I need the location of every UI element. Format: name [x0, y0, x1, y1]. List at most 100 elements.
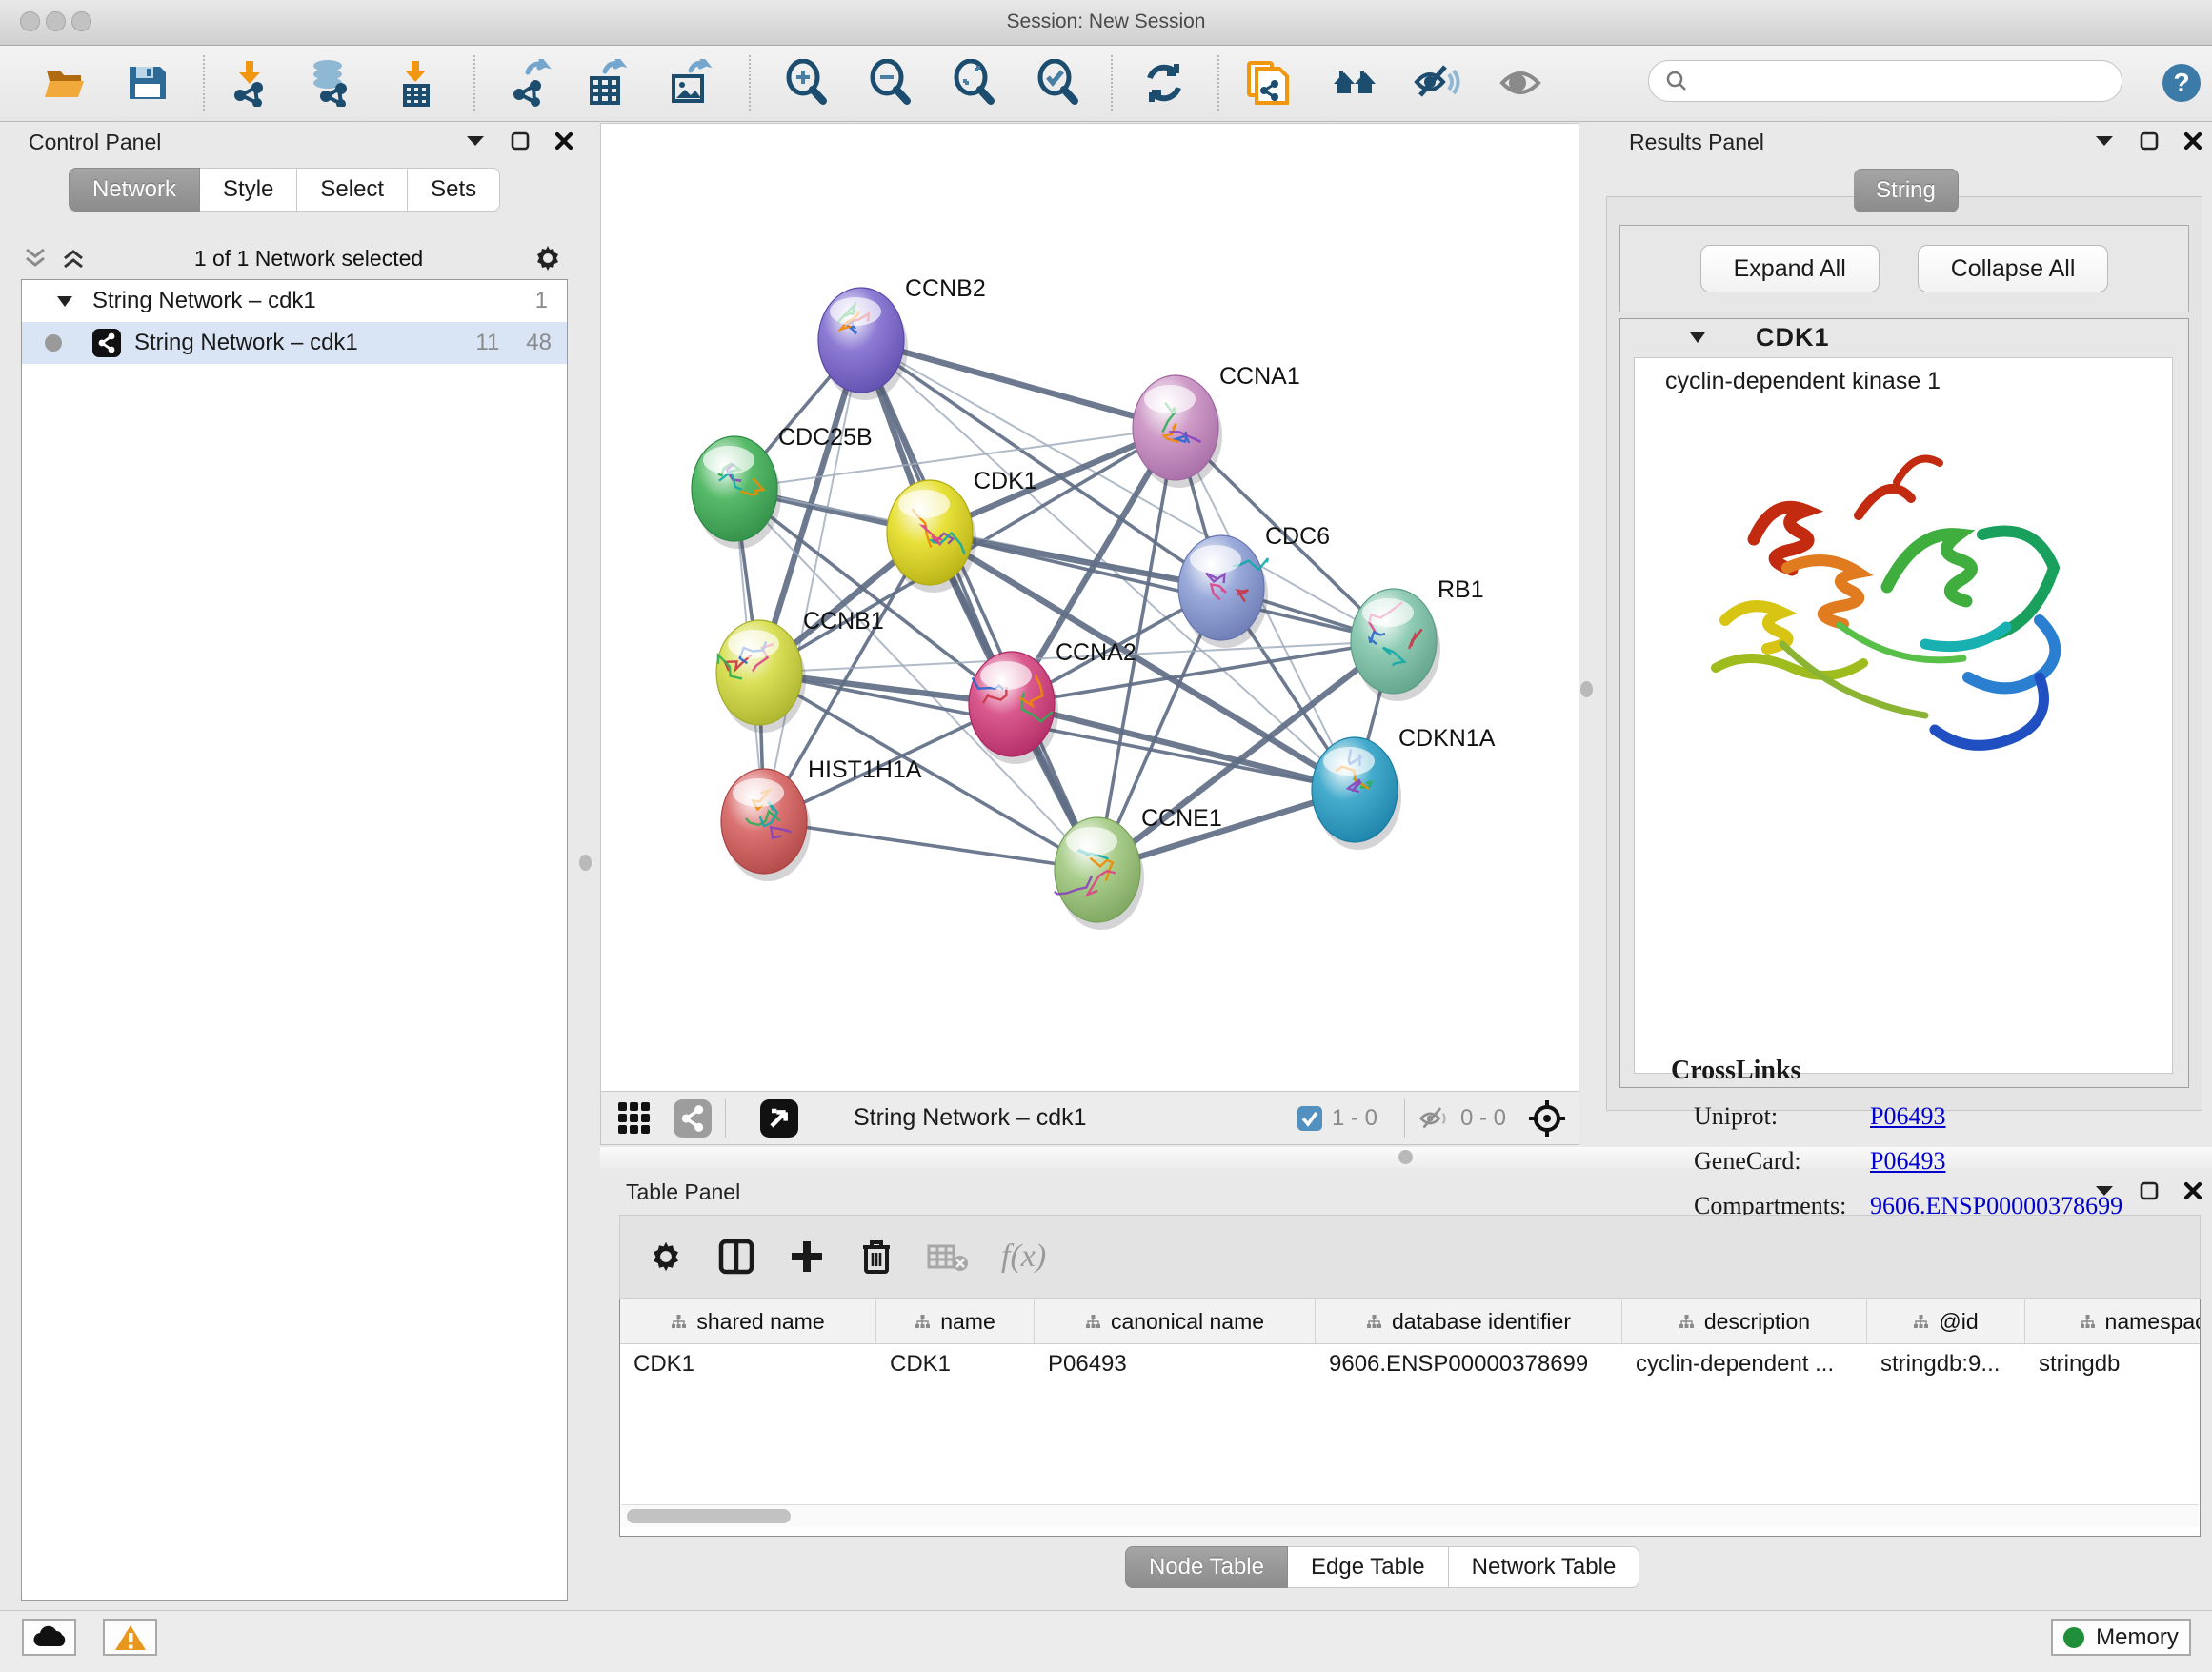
network-edge	[1012, 704, 1355, 790]
protein-result-card: CDK1 cyclin-dependent kinase 1 CrossLi	[1619, 318, 2189, 1088]
panel-float-icon[interactable]	[2140, 131, 2159, 151]
hide-selected-icon[interactable]	[1413, 59, 1460, 107]
column-header-name[interactable]: name	[876, 1299, 1035, 1343]
import-network-from-database-icon[interactable]	[307, 59, 354, 107]
window-titlebar: Session: New Session	[0, 0, 2212, 46]
export-table-icon[interactable]	[582, 59, 630, 107]
first-neighbors-icon[interactable]	[1243, 59, 1291, 107]
control-panel-tabs: NetworkStyleSelectSets	[69, 168, 500, 212]
network-options-gear-icon[interactable]	[532, 242, 564, 274]
tab-network[interactable]: Network	[69, 168, 200, 212]
table-cell[interactable]: stringdb	[2025, 1351, 2201, 1378]
tab-sets[interactable]: Sets	[408, 168, 500, 212]
node-label-CDC25B: CDC25B	[778, 424, 873, 451]
table-cell[interactable]: cyclin-dependent ...	[1622, 1351, 1867, 1378]
node-label-CCNA1: CCNA1	[1219, 363, 1300, 390]
column-header-database-identifier[interactable]: database identifier	[1316, 1299, 1622, 1343]
collapse-all-icon[interactable]	[23, 247, 48, 270]
open-file-icon[interactable]	[42, 59, 90, 107]
column-type-icon	[1366, 1314, 1382, 1330]
column-type-icon	[915, 1314, 931, 1330]
show-all-icon[interactable]	[1497, 59, 1544, 107]
toolbar-separator	[1404, 1099, 1405, 1138]
column-header-namespace[interactable]: namespace	[2025, 1299, 2201, 1343]
node-count: 11	[475, 330, 499, 356]
protein-structure-image	[1697, 425, 2106, 801]
search-input[interactable]	[1697, 68, 2101, 94]
column-header-description[interactable]: description	[1622, 1299, 1867, 1343]
selected-checkbox-icon[interactable]	[1297, 1106, 1322, 1131]
table-hscrollbar[interactable]	[621, 1504, 2199, 1527]
birds-eye-icon[interactable]	[1527, 1098, 1567, 1138]
network-row-selected[interactable]: String Network – cdk1 11 48	[22, 322, 567, 364]
network-collection-row[interactable]: String Network – cdk1 1	[22, 280, 567, 322]
panel-close-icon[interactable]	[2183, 131, 2202, 151]
panel-menu-icon[interactable]	[465, 134, 486, 148]
panel-close-icon[interactable]	[2183, 1181, 2202, 1200]
panel-menu-icon[interactable]	[2094, 134, 2115, 148]
panel-float-icon[interactable]	[511, 131, 530, 151]
column-header-shared-name[interactable]: shared name	[620, 1299, 876, 1343]
export-network-icon[interactable]	[507, 59, 554, 107]
table-cell[interactable]: stringdb:9...	[1867, 1351, 2025, 1378]
crosslink-link[interactable]: P06493	[1870, 1102, 1945, 1131]
collapse-all-button[interactable]: Collapse All	[1918, 245, 2109, 292]
zoom-out-icon[interactable]	[866, 59, 914, 107]
left-splitter-handle[interactable]	[579, 855, 592, 871]
save-session-icon[interactable]	[124, 59, 171, 107]
panel-float-icon[interactable]	[2140, 1181, 2159, 1200]
import-table-icon[interactable]	[392, 59, 439, 107]
memory-label: Memory	[2096, 1624, 2179, 1651]
crosslink-label: Uniprot:	[1671, 1102, 1870, 1131]
cloud-button[interactable]	[22, 1619, 76, 1656]
tab-string[interactable]: String	[1854, 169, 1959, 212]
expand-all-button[interactable]: Expand All	[1700, 245, 1880, 292]
scrollbar-thumb[interactable]	[627, 1509, 791, 1523]
grid-view-icon[interactable]	[616, 1100, 653, 1137]
refresh-icon[interactable]	[1140, 59, 1188, 107]
panel-close-icon[interactable]	[554, 131, 573, 151]
node-table[interactable]: shared namenamecanonical namedatabase id…	[619, 1299, 2201, 1537]
network-share-view-icon[interactable]	[674, 1099, 712, 1138]
table-cell[interactable]: 9606.ENSP00000378699	[1316, 1351, 1622, 1378]
column-header-canonical-name[interactable]: canonical name	[1035, 1299, 1316, 1343]
tab-edge-table[interactable]: Edge Table	[1288, 1546, 1449, 1588]
network-canvas[interactable]: CCNB2CCNA1CDC25BCDK1CDC6RB1CCNB1CCNA2CDK…	[600, 123, 1579, 1092]
tree-disclosure-icon[interactable]	[56, 295, 73, 308]
table-cell[interactable]: P06493	[1035, 1351, 1316, 1378]
warning-button[interactable]	[103, 1619, 157, 1656]
table-options-gear-icon[interactable]	[647, 1238, 685, 1276]
add-column-icon[interactable]	[788, 1238, 826, 1276]
detach-view-icon[interactable]	[760, 1099, 798, 1138]
toolbar-search[interactable]	[1648, 60, 2122, 102]
delete-column-trash-icon[interactable]	[858, 1238, 895, 1276]
card-disclosure-icon[interactable]	[1689, 332, 1706, 344]
zoom-fit-icon[interactable]	[950, 59, 997, 107]
network-edge	[764, 340, 861, 821]
import-network-icon[interactable]	[226, 59, 273, 107]
right-splitter-handle[interactable]	[1580, 681, 1593, 697]
tab-select[interactable]: Select	[297, 168, 408, 212]
tab-style[interactable]: Style	[200, 168, 297, 212]
memory-button[interactable]: Memory	[2051, 1619, 2191, 1656]
toolbar-separator	[203, 55, 205, 111]
table-toolbar: f(x)	[619, 1215, 2201, 1299]
show-columns-icon[interactable]	[717, 1238, 755, 1276]
table-cell[interactable]: CDK1	[620, 1351, 876, 1378]
expand-all-icon[interactable]	[61, 247, 86, 270]
column-header--id[interactable]: @id	[1867, 1299, 2025, 1343]
protein-card-header[interactable]: CDK1	[1620, 319, 2188, 355]
table-row[interactable]: CDK1CDK1P064939606.ENSP00000378699cyclin…	[620, 1344, 2200, 1384]
results-panel-title: Results Panel	[1629, 130, 1764, 155]
zoom-in-icon[interactable]	[782, 59, 830, 107]
splitter-handle[interactable]	[1398, 1150, 1413, 1164]
crosslink-link[interactable]: P06493	[1870, 1147, 1945, 1176]
table-cell[interactable]: CDK1	[876, 1351, 1035, 1378]
home-pages-icon[interactable]	[1331, 59, 1378, 107]
tab-network-table[interactable]: Network Table	[1449, 1546, 1640, 1588]
zoom-selected-icon[interactable]	[1034, 59, 1081, 107]
export-image-icon[interactable]	[666, 59, 714, 107]
tab-node-table[interactable]: Node Table	[1125, 1546, 1288, 1588]
help-icon[interactable]: ?	[2160, 61, 2203, 105]
panel-menu-icon[interactable]	[2094, 1184, 2115, 1198]
